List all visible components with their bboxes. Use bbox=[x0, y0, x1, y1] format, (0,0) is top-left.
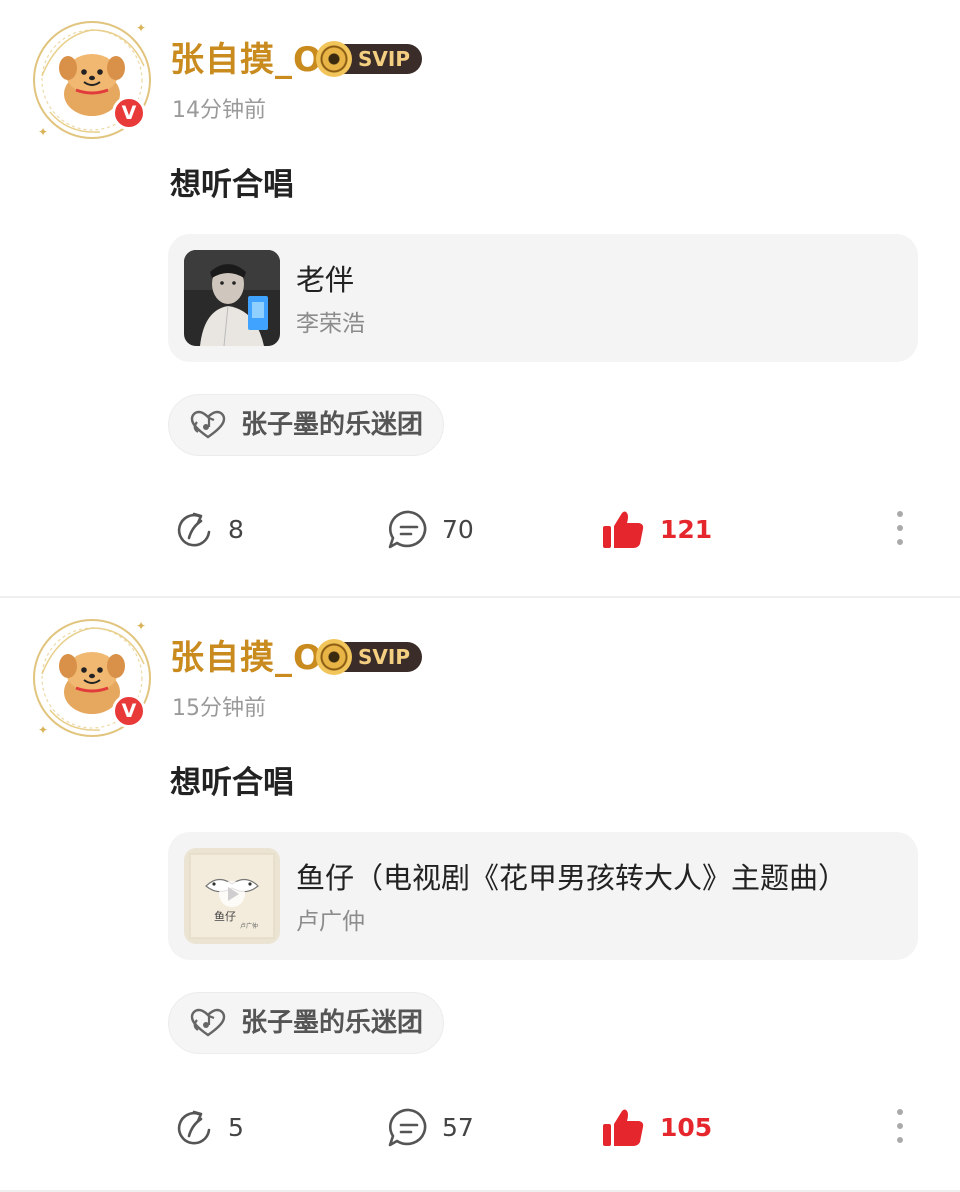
svg-text:✦: ✦ bbox=[38, 125, 48, 139]
like-button[interactable]: 105 bbox=[600, 1104, 712, 1152]
share-button[interactable]: 5 bbox=[172, 1104, 244, 1152]
svip-badge[interactable]: SVIP bbox=[316, 41, 422, 77]
svip-label: SVIP bbox=[342, 44, 422, 74]
vinyl-disc-icon bbox=[316, 639, 352, 675]
thumbs-up-icon bbox=[603, 511, 644, 548]
thumbs-up-icon bbox=[603, 1109, 644, 1146]
comment-button[interactable]: 57 bbox=[386, 1104, 474, 1152]
fan-group-label: 张子墨的乐迷团 bbox=[241, 410, 424, 440]
comment-count: 57 bbox=[442, 1113, 474, 1142]
album-cover-image: 鱼仔 卢广仲 bbox=[184, 848, 280, 944]
share-count: 5 bbox=[228, 1113, 244, 1142]
svg-text:✦: ✦ bbox=[136, 21, 146, 35]
username[interactable]: 张自摸_O bbox=[170, 38, 323, 82]
fan-group-tag[interactable]: 张子墨的乐迷团 bbox=[168, 394, 445, 456]
user-avatar[interactable]: ✦ ✦ V bbox=[28, 614, 156, 742]
verified-badge: V bbox=[112, 96, 146, 130]
fan-group-tag[interactable]: 张子墨的乐迷团 bbox=[168, 992, 445, 1054]
comment-icon bbox=[388, 1108, 427, 1147]
post-text: 想听合唱 bbox=[170, 765, 294, 801]
svg-text:鱼仔: 鱼仔 bbox=[214, 909, 236, 923]
more-vertical-icon[interactable] bbox=[888, 1106, 912, 1146]
username[interactable]: 张自摸_O bbox=[170, 636, 323, 680]
comment-icon bbox=[388, 510, 427, 549]
like-button[interactable]: 121 bbox=[600, 506, 712, 554]
like-count: 121 bbox=[660, 515, 713, 544]
song-artist: 卢广仲 bbox=[296, 909, 365, 935]
album-cover bbox=[184, 250, 280, 346]
feed-post: ✦ ✦ V 张自摸_O SVIP 14分钟前 想听合唱 老伴 李荣浩 张子墨的乐… bbox=[0, 0, 960, 596]
share-count: 8 bbox=[228, 515, 244, 544]
song-card[interactable]: 老伴 李荣浩 bbox=[168, 234, 918, 362]
share-button[interactable]: 8 bbox=[172, 506, 244, 554]
share-icon bbox=[177, 1110, 211, 1145]
action-bar: 8 70 121 bbox=[0, 500, 960, 560]
more-vertical-icon[interactable] bbox=[888, 508, 912, 548]
comment-button[interactable]: 70 bbox=[386, 506, 474, 554]
song-card[interactable]: 鱼仔 卢广仲 鱼仔（电视剧《花甲男孩转大人》主题曲） 卢广仲 bbox=[168, 832, 918, 960]
svg-text:✦: ✦ bbox=[136, 619, 146, 633]
verified-badge: V bbox=[112, 694, 146, 728]
feed-post: ✦ ✦ V 张自摸_O SVIP 15分钟前 想听合唱 鱼仔 卢广仲 鱼仔（电视… bbox=[0, 596, 960, 1192]
post-text: 想听合唱 bbox=[170, 167, 294, 203]
song-artist: 李荣浩 bbox=[296, 311, 365, 337]
heart-music-icon bbox=[190, 410, 226, 439]
user-avatar[interactable]: ✦ ✦ V bbox=[28, 16, 156, 144]
album-cover: 鱼仔 卢广仲 bbox=[184, 848, 280, 944]
song-title: 鱼仔（电视剧《花甲男孩转大人》主题曲） bbox=[296, 861, 848, 895]
like-count: 105 bbox=[660, 1113, 713, 1142]
svip-badge[interactable]: SVIP bbox=[316, 639, 422, 675]
song-title: 老伴 bbox=[296, 263, 355, 297]
action-bar: 5 57 105 bbox=[0, 1098, 960, 1158]
share-icon bbox=[177, 512, 211, 547]
post-timestamp: 14分钟前 bbox=[172, 98, 266, 123]
fan-group-label: 张子墨的乐迷团 bbox=[241, 1008, 424, 1038]
svg-text:卢广仲: 卢广仲 bbox=[240, 922, 258, 930]
svg-text:✦: ✦ bbox=[38, 723, 48, 737]
album-cover-image bbox=[184, 250, 280, 346]
comment-count: 70 bbox=[442, 515, 474, 544]
post-timestamp: 15分钟前 bbox=[172, 696, 266, 721]
vinyl-disc-icon bbox=[316, 41, 352, 77]
svip-label: SVIP bbox=[342, 642, 422, 672]
heart-music-icon bbox=[190, 1008, 226, 1037]
